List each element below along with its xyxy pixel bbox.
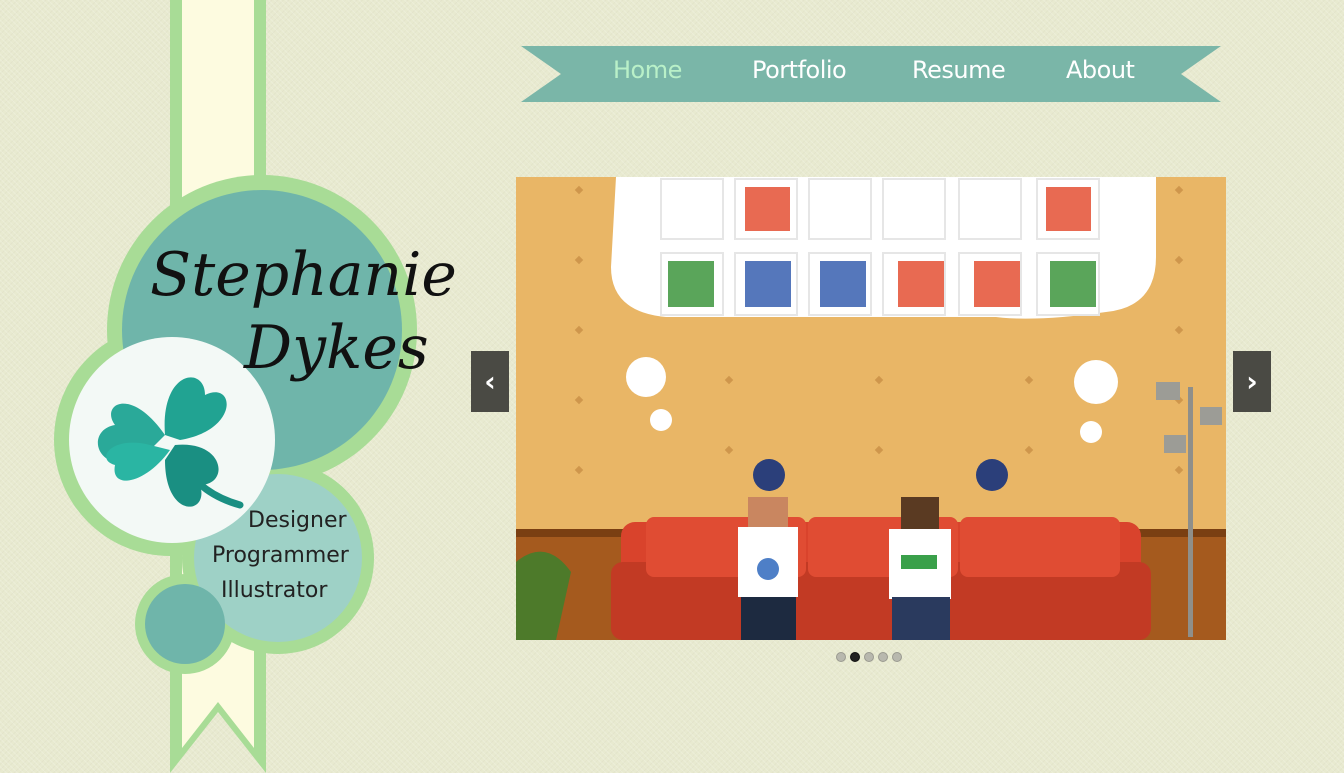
- slider-dot-active[interactable]: [850, 652, 860, 662]
- logo-badge[interactable]: [0, 0, 460, 773]
- nav-about[interactable]: About: [1066, 56, 1135, 84]
- nav-resume[interactable]: Resume: [912, 56, 1006, 84]
- slider-prev-button[interactable]: ‹: [471, 351, 509, 412]
- role-illustrator: Illustrator: [221, 578, 328, 603]
- nav-home[interactable]: Home: [613, 56, 682, 84]
- slider-pagination: [836, 652, 902, 662]
- role-programmer: Programmer: [212, 543, 349, 568]
- slider-dot[interactable]: [864, 652, 874, 662]
- brand-first-name: Stephanie: [150, 240, 457, 310]
- brand-last-name: Dykes: [244, 313, 429, 383]
- slider-image: [516, 177, 1226, 640]
- slider-dot[interactable]: [892, 652, 902, 662]
- pixel-art-game-scene: [516, 177, 1226, 640]
- nav-portfolio[interactable]: Portfolio: [752, 56, 847, 84]
- role-designer: Designer: [248, 508, 347, 533]
- slider-dot[interactable]: [878, 652, 888, 662]
- slider-next-button[interactable]: ›: [1233, 351, 1271, 412]
- slider-dot[interactable]: [836, 652, 846, 662]
- main-nav: Home Portfolio Resume About: [521, 46, 1221, 102]
